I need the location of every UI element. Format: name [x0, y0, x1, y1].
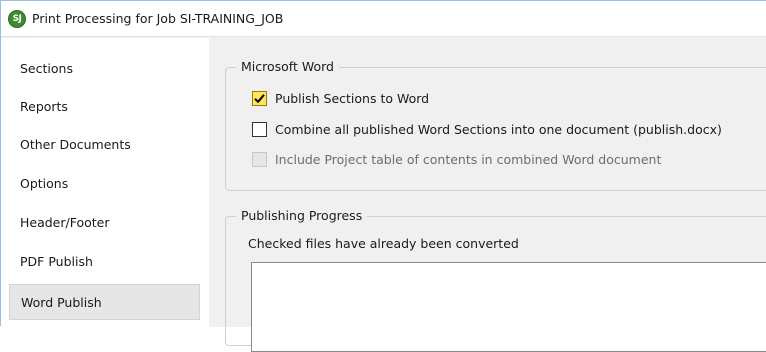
include-toc-checkbox: [252, 152, 267, 167]
sidebar-item-label: Options: [20, 175, 69, 191]
microsoft-word-legend: Microsoft Word: [236, 59, 339, 74]
window-title: Print Processing for Job SI-TRAINING_JOB: [32, 11, 284, 26]
sidebar-item-pdf-publish[interactable]: PDF Publish: [9, 243, 200, 279]
sidebar-item-label: Reports: [20, 98, 68, 114]
sidebar-nav: Sections Reports Other Documents Options…: [1, 38, 209, 327]
title-bar: SJ Print Processing for Job SI-TRAINING_…: [1, 1, 766, 37]
publish-sections-option[interactable]: Publish Sections to Word: [252, 91, 429, 106]
publish-sections-label: Publish Sections to Word: [275, 91, 430, 106]
app-logo-icon: SJ: [8, 9, 26, 28]
sidebar-item-options[interactable]: Options: [9, 165, 200, 201]
publishing-progress-group: Publishing Progress Checked files have a…: [225, 208, 766, 352]
print-processing-window: SJ Print Processing for Job SI-TRAINING_…: [0, 0, 766, 352]
combine-sections-label: Combine all published Word Sections into…: [275, 122, 722, 137]
microsoft-word-group: Microsoft Word Publish Sections to Word …: [225, 59, 766, 191]
sidebar-item-sections[interactable]: Sections: [9, 50, 200, 86]
include-toc-option: Include Project table of contents in com…: [252, 152, 661, 167]
sidebar-item-other-documents[interactable]: Other Documents: [9, 126, 200, 162]
include-toc-label: Include Project table of contents in com…: [275, 152, 662, 167]
sidebar-item-label: Header/Footer: [20, 214, 110, 230]
converted-files-list[interactable]: [251, 262, 766, 352]
sidebar-item-label: Other Documents: [20, 136, 131, 152]
sidebar-item-reports[interactable]: Reports: [9, 88, 200, 124]
checkmark-icon: [254, 94, 265, 104]
combine-sections-option[interactable]: Combine all published Word Sections into…: [252, 122, 722, 137]
publish-sections-checkbox[interactable]: [252, 91, 267, 106]
combine-sections-checkbox[interactable]: [252, 122, 267, 137]
sidebar-item-label: Sections: [20, 60, 73, 76]
sidebar-item-header-footer[interactable]: Header/Footer: [9, 204, 200, 240]
sidebar-item-word-publish[interactable]: Word Publish: [9, 284, 200, 320]
sidebar-item-label: Word Publish: [21, 294, 102, 310]
word-publish-panel: Microsoft Word Publish Sections to Word …: [209, 38, 766, 352]
publishing-progress-legend: Publishing Progress: [236, 208, 368, 223]
progress-hint-text: Checked files have already been converte…: [248, 236, 519, 251]
sidebar-item-label: PDF Publish: [20, 253, 93, 269]
